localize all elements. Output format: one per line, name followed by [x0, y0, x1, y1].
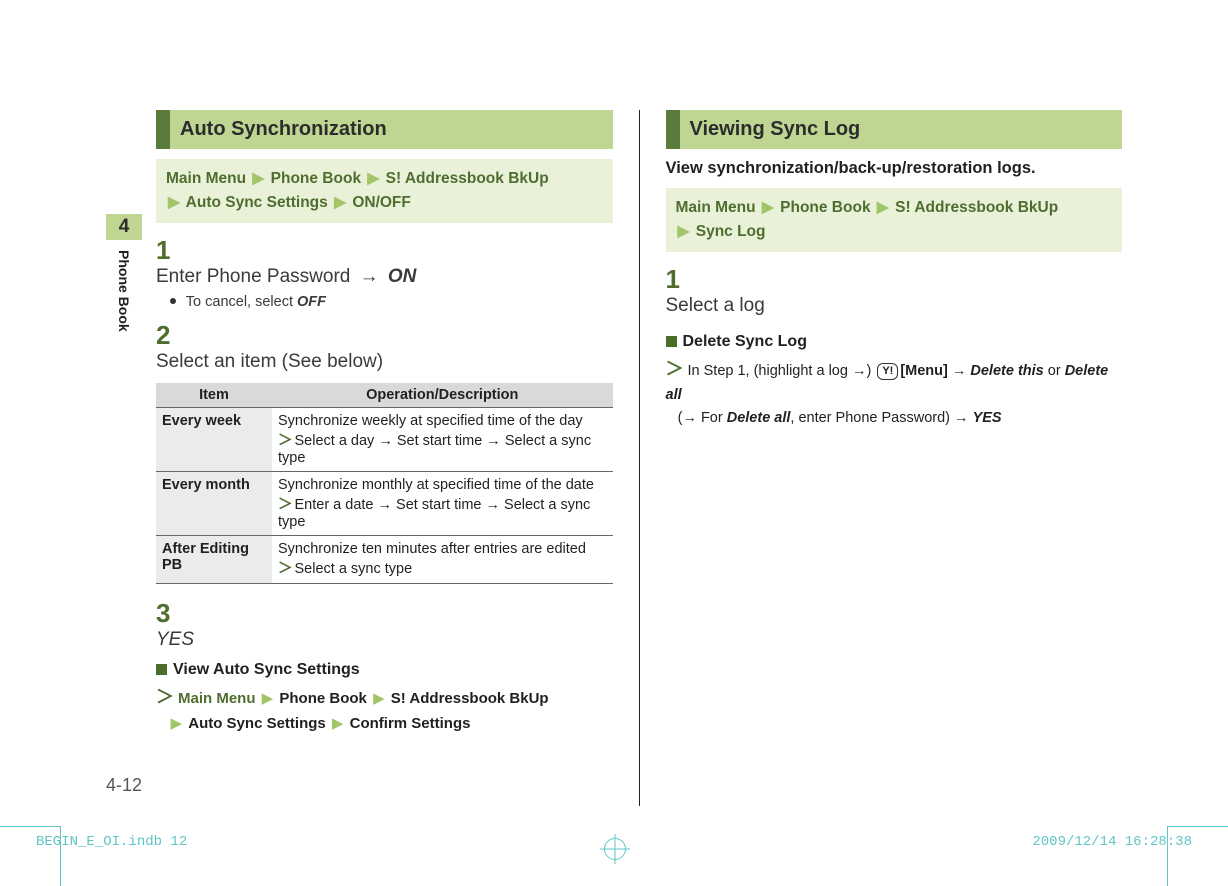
step-1-right: 1 Select a log — [666, 264, 1123, 317]
page-number: 4-12 — [106, 775, 142, 796]
column-divider — [639, 110, 640, 806]
registration-mark — [604, 838, 626, 860]
nav-seg: S! Addressbook BkUp — [895, 199, 1058, 216]
nav-seg: Auto Sync Settings — [186, 194, 328, 211]
crop-mark — [1168, 826, 1228, 827]
triangle-icon: ▶ — [168, 191, 180, 215]
chevron-icon: ＞ — [156, 687, 174, 707]
step-text: Select a log — [666, 295, 765, 316]
step-text: YES — [156, 629, 194, 650]
nav-seg: Phone Book — [780, 199, 870, 216]
triangle-icon: ▶ — [877, 196, 889, 220]
table-header-desc: Operation/Description — [272, 383, 613, 408]
crop-mark — [0, 826, 60, 827]
nav-path-auto-sync: Main Menu ▶ Phone Book ▶ S! Addressbook … — [156, 159, 613, 223]
square-icon — [666, 336, 677, 347]
step-sub-action: OFF — [297, 294, 326, 310]
table-cell-item: Every month — [156, 472, 272, 536]
nav-seg: ON/OFF — [352, 194, 411, 211]
triangle-icon: ▶ — [332, 712, 344, 736]
step-number: 2 — [156, 320, 182, 351]
subheading-delete-log: Delete Sync Log — [666, 333, 1123, 351]
triangle-icon: ▶ — [262, 687, 274, 711]
triangle-icon: ▶ — [678, 220, 690, 244]
table-cell-item: Every week — [156, 408, 272, 472]
nav-path-view-settings: ＞Main Menu ▶ Phone Book ▶ S! Addressbook… — [156, 683, 613, 736]
table-cell-desc: Synchronize monthly at specified time of… — [272, 472, 613, 536]
triangle-icon: ▶ — [252, 167, 264, 191]
step-number: 1 — [666, 264, 692, 295]
chevron-icon: ＞ — [278, 561, 293, 577]
square-icon — [156, 664, 167, 675]
chevron-icon: ＞ — [666, 359, 684, 379]
heading-auto-sync: Auto Synchronization — [156, 110, 613, 149]
bullet-icon — [170, 298, 176, 304]
chapter-name: Phone Book — [106, 240, 142, 342]
delete-log-instructions: ＞In Step 1, (highlight a log →) Y![Menu]… — [666, 355, 1123, 430]
footer-filename: BEGIN_E_OI.indb 12 — [36, 834, 187, 850]
arrow-icon: → — [360, 266, 379, 288]
step-2: 2 Select an item (See below) — [156, 320, 613, 373]
triangle-icon: ▶ — [373, 687, 385, 711]
nav-path-sync-log: Main Menu ▶ Phone Book ▶ S! Addressbook … — [666, 188, 1123, 252]
triangle-icon: ▶ — [171, 712, 183, 736]
subheading-view-settings: View Auto Sync Settings — [156, 661, 613, 679]
table-row: After Editing PB Synchronize ten minutes… — [156, 536, 613, 584]
table-cell-item: After Editing PB — [156, 536, 272, 584]
step-action: ON — [388, 266, 417, 287]
step-number: 1 — [156, 235, 182, 266]
nav-seg: Phone Book — [271, 170, 361, 187]
step-1: 1 Enter Phone Password → ON To cancel, s… — [156, 235, 613, 310]
softkey-icon: Y! — [877, 363, 898, 380]
footer-timestamp: 2009/12/14 16:28:38 — [1032, 834, 1192, 850]
table-cell-desc: Synchronize weekly at specified time of … — [272, 408, 613, 472]
nav-seg: Sync Log — [696, 223, 766, 240]
table-header-item: Item — [156, 383, 272, 408]
nav-seg: Main Menu — [166, 170, 246, 187]
table-row: Every week Synchronize weekly at specifi… — [156, 408, 613, 472]
step-text: Enter Phone Password — [156, 266, 356, 287]
left-column: Auto Synchronization Main Menu ▶ Phone B… — [156, 110, 613, 806]
lead-text: View synchronization/back-up/restoration… — [666, 159, 1123, 178]
chapter-number: 4 — [106, 214, 142, 240]
table-row: Every month Synchronize monthly at speci… — [156, 472, 613, 536]
triangle-icon: ▶ — [334, 191, 346, 215]
chapter-tab: 4 Phone Book — [106, 214, 142, 354]
right-column: Viewing Sync Log View synchronization/ba… — [666, 110, 1123, 806]
triangle-icon: ▶ — [367, 167, 379, 191]
triangle-icon: ▶ — [762, 196, 774, 220]
step-3: 3 YES — [156, 598, 613, 651]
step-sub-text: To cancel, select — [186, 294, 297, 310]
chevron-icon: ＞ — [278, 497, 293, 513]
sync-options-table: Item Operation/Description Every week Sy… — [156, 383, 613, 584]
nav-seg: Main Menu — [676, 199, 756, 216]
nav-seg: S! Addressbook BkUp — [386, 170, 549, 187]
chevron-icon: ＞ — [278, 433, 293, 449]
heading-sync-log: Viewing Sync Log — [666, 110, 1123, 149]
step-text: Select an item (See below) — [156, 351, 383, 372]
step-number: 3 — [156, 598, 182, 629]
table-cell-desc: Synchronize ten minutes after entries ar… — [272, 536, 613, 584]
